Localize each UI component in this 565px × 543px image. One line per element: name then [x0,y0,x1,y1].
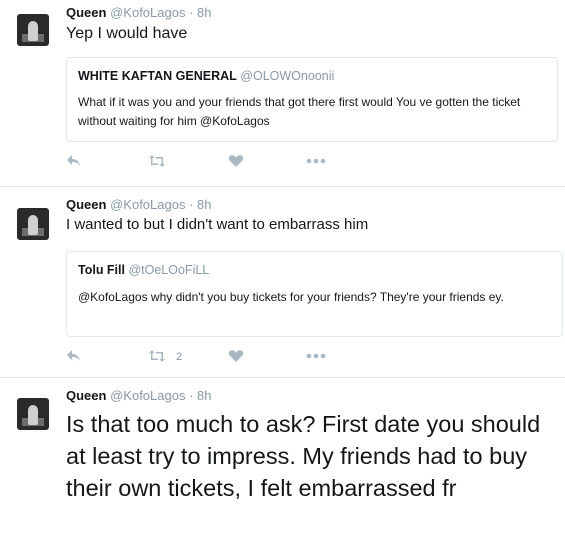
quoted-user-name: WHITE KAFTAN GENERAL [78,69,237,83]
tweet[interactable]: Queen @KofoLagos · 8h I wanted to but I … [0,187,565,378]
more-icon[interactable] [306,353,326,359]
tweet[interactable]: Queen @KofoLagos · 8h Is that too much t… [0,378,565,543]
reply-icon[interactable] [66,154,82,168]
separator-dot: · [189,5,194,20]
user-handle[interactable]: @KofoLagos [110,5,185,20]
avatar[interactable] [17,14,49,46]
timestamp[interactable]: 8h [197,388,211,403]
tweet-text: Is that too much to ask? First date you … [66,411,541,501]
timestamp[interactable]: 8h [197,5,211,20]
quoted-user-handle: @tOeLOoFiLL [128,263,210,277]
retweet-icon[interactable] [148,154,166,168]
more-icon[interactable] [306,158,326,164]
quoted-tweet-header: WHITE KAFTAN GENERAL @OLOWOnoonii [78,69,334,83]
quoted-tweet-text: @KofoLagos why didn't you buy tickets fo… [78,290,504,304]
tweet-header: Queen @KofoLagos · 8h [66,388,212,403]
timestamp[interactable]: 8h [197,197,211,212]
heart-icon[interactable] [228,154,244,168]
tweet-header: Queen @KofoLagos · 8h [66,197,212,212]
quoted-tweet[interactable]: WHITE KAFTAN GENERAL @OLOWOnoonii What i… [66,57,558,142]
quoted-tweet[interactable]: Tolu Fill @tOeLOoFiLL @KofoLagos why did… [66,251,563,337]
avatar[interactable] [17,398,49,430]
tweet-header: Queen @KofoLagos · 8h [66,5,212,20]
separator-dot: · [189,197,194,212]
avatar[interactable] [17,208,49,240]
user-handle[interactable]: @KofoLagos [110,388,185,403]
user-name[interactable]: Queen [66,388,106,403]
user-name[interactable]: Queen [66,5,106,20]
quoted-user-name: Tolu Fill [78,263,125,277]
quoted-user-handle: @OLOWOnoonii [240,69,335,83]
user-name[interactable]: Queen [66,197,106,212]
user-handle[interactable]: @KofoLagos [110,197,185,212]
separator-dot: · [189,388,194,403]
quoted-tweet-text: What if it was you and your friends that… [78,95,521,128]
tweet-text: I wanted to but I didn't want to embarra… [66,216,369,233]
reply-icon[interactable] [66,349,82,363]
retweet-count: 2 [176,351,183,363]
retweet-icon[interactable] [148,349,166,363]
heart-icon[interactable] [228,349,244,363]
quoted-tweet-header: Tolu Fill @tOeLOoFiLL [78,263,209,277]
tweet-text: Yep I would have [66,25,188,42]
tweet[interactable]: Queen @KofoLagos · 8h Yep I would have W… [0,0,565,187]
